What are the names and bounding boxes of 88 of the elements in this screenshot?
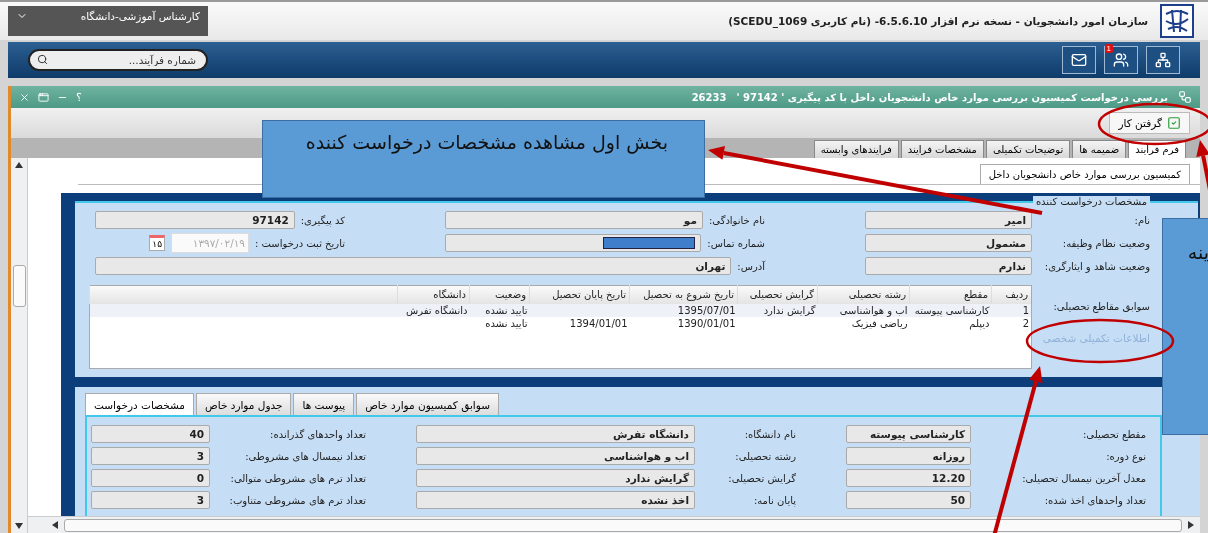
- vertical-scrollbar[interactable]: [11, 158, 28, 533]
- readonly-field: روزانه: [846, 447, 971, 465]
- search-icon: [37, 54, 48, 65]
- field-label: شماره تماس:: [707, 237, 765, 249]
- field-label: نام خانوادگی:: [708, 214, 765, 226]
- scroll-thumb[interactable]: [64, 518, 1182, 532]
- field-label: آدرس:: [737, 260, 765, 272]
- readonly-field: امیر: [865, 211, 1032, 229]
- column-header: رشته تحصیلی: [817, 285, 910, 304]
- column-header: ردیف: [991, 285, 1032, 304]
- tab[interactable]: سوابق کمیسیون موارد خاص: [356, 393, 499, 415]
- field-label: نام:: [1133, 214, 1150, 226]
- close-icon: [19, 91, 30, 103]
- close-button[interactable]: [19, 91, 30, 103]
- check-icon: [1167, 116, 1181, 130]
- scroll-right-arrow-icon[interactable]: [1188, 521, 1194, 529]
- column-header: وضعیت: [469, 285, 530, 304]
- field-label: گرایش تحصیلی:: [727, 472, 796, 484]
- column-header: مقطع: [909, 285, 992, 304]
- mail-button[interactable]: [1062, 46, 1096, 74]
- sitemap-button[interactable]: [1146, 46, 1180, 74]
- field-label: کد پیگیری:: [300, 214, 345, 226]
- field-label: وضعیت شاهد و ایثارگری:: [1043, 260, 1150, 272]
- logo-icon: [1160, 4, 1194, 38]
- field-label: پایان نامه:: [752, 494, 796, 506]
- flowchart-icon: [1178, 90, 1192, 104]
- horizontal-scrollbar[interactable]: [28, 516, 1200, 533]
- field-label: نام دانشگاه:: [743, 428, 796, 440]
- field-label: رشته تحصیلی:: [734, 450, 796, 462]
- readonly-field: 40: [91, 425, 210, 443]
- restore-button[interactable]: [38, 91, 49, 103]
- column-header: تاریخ پایان تحصیل: [529, 285, 630, 304]
- window-icon: [38, 91, 49, 103]
- tab[interactable]: ضمیمه ها: [1072, 140, 1127, 158]
- readonly-field: گرایش ندارد: [416, 469, 695, 487]
- readonly-field: کارشناسی پیوسته: [846, 425, 971, 443]
- readonly-field: 0: [91, 469, 210, 487]
- readonly-field: تهران: [95, 257, 732, 275]
- section-legend: مشخصات درخواست کننده: [1032, 196, 1150, 207]
- field-label: معدل آخرین نیمسال تحصیلی:: [1021, 472, 1146, 484]
- search-field[interactable]: شماره فرآیند...: [28, 49, 208, 71]
- readonly-field: 12.20: [846, 469, 971, 487]
- readonly-field: ندارم: [865, 257, 1032, 275]
- tab[interactable]: پیوست ها: [293, 393, 355, 415]
- take-task-button[interactable]: گرفتن کار: [1109, 112, 1190, 134]
- readonly-field: 50: [846, 491, 971, 509]
- tab[interactable]: جدول موارد خاص: [196, 393, 292, 415]
- callout-text: بخش اول مشاهده مشخصات درخواست کننده: [305, 131, 668, 156]
- readonly-field: 97142: [95, 211, 295, 229]
- process-number: 26233: [691, 91, 727, 103]
- readonly-field: مو: [445, 211, 703, 229]
- field-label: تعداد ترم های مشروطی متوالی:: [229, 472, 366, 484]
- scroll-down-arrow-icon[interactable]: [15, 523, 23, 529]
- readonly-field: اخذ نشده: [416, 491, 695, 509]
- field-label: مقطع تحصیلی:: [1081, 428, 1146, 440]
- readonly-field: 3: [91, 447, 210, 465]
- field-label: تعداد واحدهای اخذ شده:: [1043, 494, 1146, 506]
- tab[interactable]: مشخصات درخواست: [85, 393, 194, 415]
- field-label: تعداد نیمسال های مشروطی:: [244, 450, 366, 462]
- mail-icon: [1071, 52, 1087, 68]
- tab[interactable]: مشخصات فرایند: [900, 140, 984, 158]
- tab[interactable]: فرایندهای وابسته: [813, 140, 899, 158]
- scroll-left-arrow-icon[interactable]: [52, 521, 58, 529]
- readonly-field: مشمول: [865, 234, 1032, 252]
- column-header: تاریخ شروع به تحصیل: [629, 285, 738, 304]
- tab[interactable]: توضیحات تکمیلی: [985, 140, 1071, 158]
- users-button[interactable]: 1: [1104, 46, 1138, 74]
- field-label: وضعیت نظام وظیفه:: [1061, 237, 1150, 249]
- column-header: دانشگاه: [397, 285, 470, 304]
- field-label: تاریخ ثبت درخواست :: [254, 237, 345, 249]
- readonly-field: دانشگاه تفرش: [416, 425, 695, 443]
- callout-text: ینه: [1187, 241, 1208, 265]
- app-title: سازمان امور دانشجویان - نسخه نرم افزار 6.5.6.10- (نام کاربری SCEDU_1069): [728, 15, 1148, 27]
- sitemap-icon: [1155, 52, 1171, 68]
- field-label: تعداد ترم های مشروطی متناوب:: [228, 494, 366, 506]
- users-icon: [1113, 52, 1129, 68]
- field-label: تعداد واحدهای گذرانده:: [269, 428, 366, 440]
- role-dropdown[interactable]: کارشناس آموزشی-دانشگاه: [8, 6, 208, 36]
- sub-tab[interactable]: کمیسیون بررسی موارد خاص دانشجویان داخل: [979, 164, 1190, 184]
- scroll-up-arrow-icon[interactable]: [15, 162, 23, 168]
- window-title: بررسی درخواست کمیسیون بررسی موارد خاص دانشجویان داخل با کد پیگیری ' 97142 ': [736, 91, 1168, 103]
- readonly-field: اب و هواشناسی: [416, 447, 695, 465]
- readonly-field: 3: [91, 491, 210, 509]
- notification-badge: 1: [1104, 44, 1113, 53]
- scroll-thumb[interactable]: [12, 264, 26, 307]
- field-label: نوع دوره:: [1105, 450, 1146, 462]
- column-header: گرایش تحصیلی: [737, 285, 818, 304]
- field-label: سوابق مقاطع تحصیلی:: [1052, 301, 1150, 312]
